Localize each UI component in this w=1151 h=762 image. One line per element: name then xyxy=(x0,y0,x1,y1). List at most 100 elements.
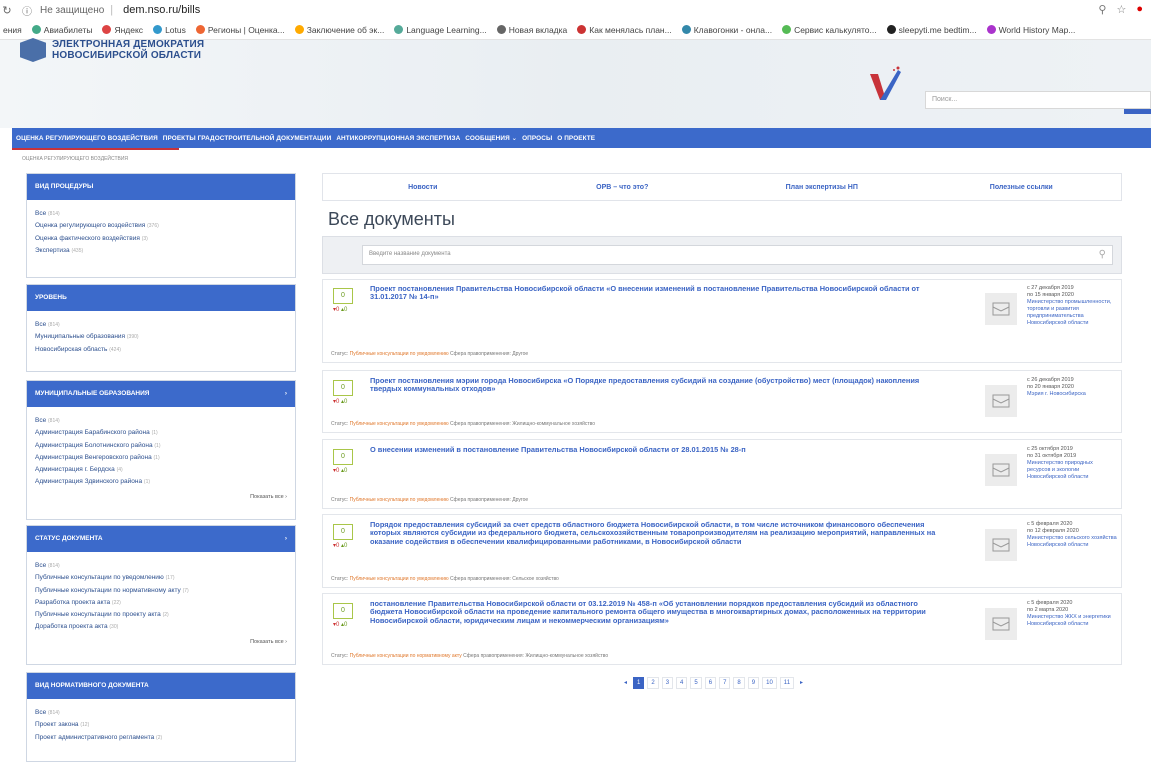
like-count[interactable]: ▴0 xyxy=(341,399,347,405)
dislike-count[interactable]: ▾0 xyxy=(333,468,341,474)
pager-page[interactable]: 6 xyxy=(704,677,717,689)
info-tab[interactable]: Полезные ссылки xyxy=(922,174,1122,200)
organization-link[interactable]: Министерство промышленности, торговли и … xyxy=(1027,299,1117,327)
sidebar-filter-item[interactable]: Разработка проекта акта (22) xyxy=(35,597,287,609)
sidebar-filter-item[interactable]: Все (814) xyxy=(35,319,287,331)
vote-counter[interactable]: 0 xyxy=(333,449,353,465)
pager-page[interactable]: 5 xyxy=(690,677,702,689)
sidebar-filter-item[interactable]: Публичные консультации по нормативному а… xyxy=(35,585,287,597)
pager-prev-icon[interactable]: ◂ xyxy=(621,677,630,689)
show-all-link[interactable]: Показать все › xyxy=(35,636,287,648)
dislike-count[interactable]: ▾0 xyxy=(333,399,341,405)
bookmark-item[interactable]: Авиабилеты xyxy=(31,25,92,35)
sidebar-filter-item[interactable]: Администрация Здвинского района (1) xyxy=(35,476,287,488)
vote-counter[interactable]: 0 xyxy=(333,603,353,619)
pager-page[interactable]: 4 xyxy=(676,677,688,689)
vote-counter[interactable]: 0 xyxy=(333,288,353,304)
sidebar-filter-item[interactable]: Администрация Барабинского района (1) xyxy=(35,427,287,439)
info-tab[interactable]: Новости xyxy=(323,174,523,200)
bookmark-item[interactable]: World History Map... xyxy=(986,25,1075,35)
pager-page[interactable]: 1 xyxy=(633,677,645,689)
status-value[interactable]: Публичные консультации по уведомлению xyxy=(350,351,449,357)
pager-page[interactable]: 9 xyxy=(747,677,760,689)
status-value[interactable]: Публичные консультации по уведомлению xyxy=(350,497,449,503)
sidebar-filter-item[interactable]: Публичные консультации по проекту акта (… xyxy=(35,609,287,621)
doc-search-input[interactable]: Введите название документа ⚲ xyxy=(362,245,1113,265)
dislike-count[interactable]: ▾0 xyxy=(333,307,341,313)
sidebar-section-header[interactable]: МУНИЦИПАЛЬНЫЕ ОБРАЗОВАНИЯ › xyxy=(27,381,295,407)
document-title-link[interactable]: Проект постановления Правительства Новос… xyxy=(370,284,950,302)
pager-page[interactable]: 8 xyxy=(733,677,745,689)
bookmark-item[interactable]: Заключение об эк... xyxy=(294,25,384,35)
sidebar-filter-item[interactable]: Проект закона (12) xyxy=(35,719,287,731)
bookmark-item[interactable]: Регионы | Оценка... xyxy=(195,25,285,35)
opera-icon[interactable]: ● xyxy=(1136,3,1143,16)
pager-page[interactable]: 7 xyxy=(719,677,731,689)
pager-page[interactable]: 11 xyxy=(779,677,795,689)
reload-icon[interactable]: ↻ xyxy=(0,4,14,17)
like-count[interactable]: ▴0 xyxy=(341,468,347,474)
url-text[interactable]: dem.nso.ru/bills xyxy=(123,4,200,16)
bookmark-item[interactable]: Новая вкладка xyxy=(496,25,567,35)
pager-page[interactable]: 2 xyxy=(647,677,659,689)
info-tab[interactable]: ОРВ – что это? xyxy=(523,174,723,200)
bookmark-item[interactable]: Клавогонки - онла... xyxy=(681,25,772,35)
sidebar-filter-item[interactable]: Оценка фактического воздействия (3) xyxy=(35,233,287,245)
sidebar-filter-item[interactable]: Все (814) xyxy=(35,208,287,220)
site-search-input[interactable]: Поиск... xyxy=(925,91,1151,109)
document-title-link[interactable]: О внесении изменений в постановление Пра… xyxy=(370,445,950,454)
show-all-link[interactable]: Показать все › xyxy=(35,491,287,503)
sidebar-filter-item[interactable]: Муниципальные образования (390) xyxy=(35,331,287,343)
bookmark-item[interactable]: Как менялась план... xyxy=(577,25,672,35)
status-value[interactable]: Публичные консультации по нормативному а… xyxy=(350,653,462,659)
sidebar-filter-item[interactable]: Публичные консультации по уведомлению (1… xyxy=(35,572,287,584)
organization-link[interactable]: Мэрия г. Новосибирска xyxy=(1027,391,1117,398)
sidebar-section-header[interactable]: УРОВЕНЬ xyxy=(27,285,295,311)
sidebar-filter-item[interactable]: Администрация Венгеровского района (1) xyxy=(35,452,287,464)
nav-item[interactable]: ОЦЕНКА РЕГУЛИРУЮЩЕГО ВОЗДЕЙСТВИЯ xyxy=(16,135,158,142)
bookmark-item[interactable]: Сервис калькулято... xyxy=(782,25,877,35)
breadcrumb[interactable]: ОЦЕНКА РЕГУЛИРУЮЩЕГО ВОЗДЕЙСТВИЯ xyxy=(22,156,128,162)
organization-link[interactable]: Министерство ЖКХ и энергетики Новосибирс… xyxy=(1027,614,1117,628)
star-icon[interactable]: ☆ xyxy=(1116,3,1126,16)
sidebar-filter-item[interactable]: Администрация Болотнинского района (1) xyxy=(35,440,287,452)
vote-counter[interactable]: 0 xyxy=(333,524,353,540)
vote-counter[interactable]: 0 xyxy=(333,380,353,396)
pager-page[interactable]: 3 xyxy=(661,677,674,689)
sidebar-filter-item[interactable]: Все (814) xyxy=(35,560,287,572)
nav-item[interactable]: АНТИКОРРУПЦИОННАЯ ЭКСПЕРТИЗА xyxy=(336,135,460,142)
sidebar-filter-item[interactable]: Все (814) xyxy=(35,415,287,427)
sidebar-section-header[interactable]: ВИД ПРОЦЕДУРЫ xyxy=(27,174,295,200)
like-count[interactable]: ▴0 xyxy=(341,307,347,313)
sidebar-section-header[interactable]: СТАТУС ДОКУМЕНТА › xyxy=(27,526,295,552)
bookmark-item[interactable]: sleepyti.me bedtim... xyxy=(886,25,977,35)
nav-item[interactable]: ПРОЕКТЫ ГРАДОСТРОИТЕЛЬНОЙ ДОКУМЕНТАЦИИ xyxy=(163,135,332,142)
sidebar-filter-item[interactable]: Доработка проекта акта (30) xyxy=(35,621,287,633)
sidebar-section-header[interactable]: ВИД НОРМАТИВНОГО ДОКУМЕНТА xyxy=(27,673,295,699)
zoom-icon[interactable]: ⚲ xyxy=(1098,3,1106,16)
sidebar-filter-item[interactable]: Экспертиза (435) xyxy=(35,245,287,257)
nav-item[interactable]: СООБЩЕНИЯ ⌄ xyxy=(465,134,517,142)
bookmark-item[interactable]: Lotus xyxy=(153,25,186,35)
status-value[interactable]: Публичные консультации по уведомлению xyxy=(350,576,449,582)
document-title-link[interactable]: постановление Правительства Новосибирско… xyxy=(370,599,950,625)
sidebar-filter-item[interactable]: Администрация г. Бердска (4) xyxy=(35,464,287,476)
nav-item[interactable]: ОПРОСЫ xyxy=(522,135,552,142)
sidebar-filter-item[interactable]: Проект административного регламента (2) xyxy=(35,732,287,744)
document-title-link[interactable]: Проект постановления мэрии города Новоси… xyxy=(370,376,950,394)
nav-item[interactable]: О ПРОЕКТЕ xyxy=(557,135,595,142)
bookmark-item[interactable]: ения xyxy=(3,25,22,35)
info-icon[interactable]: ⓘ xyxy=(22,3,32,18)
sidebar-filter-item[interactable]: Все (814) xyxy=(35,707,287,719)
search-icon[interactable]: ⚲ xyxy=(1099,249,1106,260)
like-count[interactable]: ▴0 xyxy=(341,622,347,628)
pager-page[interactable]: 10 xyxy=(762,677,777,689)
like-count[interactable]: ▴0 xyxy=(341,543,347,549)
document-title-link[interactable]: Порядок предоставления субсидий за счет … xyxy=(370,520,950,546)
sidebar-filter-item[interactable]: Оценка регулирующего воздействия (376) xyxy=(35,220,287,232)
info-tab[interactable]: План экспертизы НП xyxy=(722,174,922,200)
bookmark-item[interactable]: Language Learning... xyxy=(394,25,487,35)
status-value[interactable]: Публичные консультации по уведомлению xyxy=(350,421,449,427)
site-logo[interactable]: ЭЛЕКТРОННАЯ ДЕМОКРАТИЯ НОВОСИБИРСКОЙ ОБЛ… xyxy=(20,38,204,62)
organization-link[interactable]: Министерство сельского хозяйства Новосиб… xyxy=(1027,535,1117,549)
